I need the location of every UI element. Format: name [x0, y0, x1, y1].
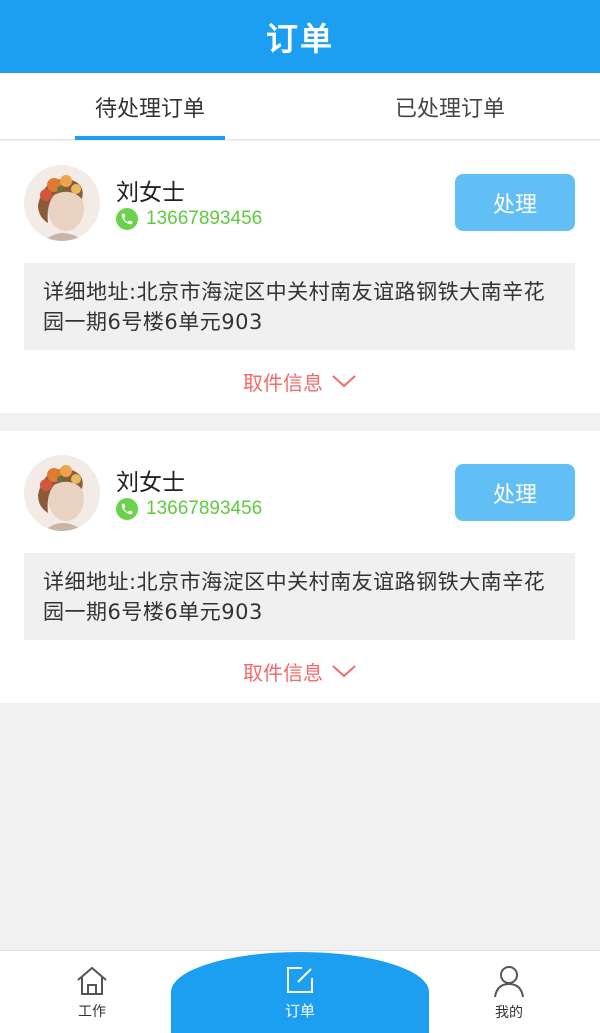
nav-label: 工作	[78, 1003, 106, 1020]
active-tab-indicator	[75, 136, 225, 140]
edit-icon	[287, 967, 313, 993]
pickup-info-label: 取件信息	[243, 660, 323, 685]
customer-name: 刘女士	[116, 470, 185, 496]
phone-icon	[116, 208, 138, 230]
phone-number: 13667893456	[146, 208, 263, 229]
nav-item-work[interactable]: 工作	[32, 951, 152, 1033]
phone-number: 13667893456	[146, 498, 263, 519]
home-icon	[77, 966, 107, 995]
phone-icon	[116, 498, 138, 520]
avatar	[24, 455, 100, 531]
order-card: 刘女士 13667893456 处理 详细地址:北京市海淀区中关村南友谊路钢铁大…	[0, 141, 600, 413]
customer-phone[interactable]: 13667893456	[116, 207, 262, 231]
process-button[interactable]: 处理	[455, 464, 575, 521]
nav-item-orders[interactable]: 订单	[171, 952, 429, 1033]
page-title: 订单	[265, 19, 334, 58]
user-icon	[494, 965, 524, 997]
nav-label: 我的	[495, 1004, 523, 1021]
chevron-down-icon	[332, 665, 356, 678]
customer-name: 刘女士	[116, 180, 185, 206]
customer-phone[interactable]: 13667893456	[116, 497, 262, 521]
pickup-info-toggle[interactable]: 取件信息	[0, 363, 600, 399]
process-button[interactable]: 处理	[455, 174, 575, 231]
chevron-down-icon	[332, 375, 356, 388]
address-text: 详细地址:北京市海淀区中关村南友谊路钢铁大南辛花园一期6号楼6单元903	[24, 263, 575, 350]
nav-label: 订单	[284, 1002, 315, 1020]
pickup-info-label: 取件信息	[243, 370, 323, 395]
pickup-info-toggle[interactable]: 取件信息	[0, 653, 600, 689]
tab-processed-orders[interactable]: 已处理订单	[375, 73, 525, 140]
avatar	[24, 165, 100, 241]
app-header: 订单	[0, 0, 600, 73]
order-tabs: 待处理订单 已处理订单	[0, 73, 600, 140]
nav-item-me[interactable]: 我的	[449, 951, 569, 1033]
tab-pending-orders[interactable]: 待处理订单	[75, 73, 225, 140]
order-card: 刘女士 13667893456 处理 详细地址:北京市海淀区中关村南友谊路钢铁大…	[0, 431, 600, 703]
address-text: 详细地址:北京市海淀区中关村南友谊路钢铁大南辛花园一期6号楼6单元903	[24, 553, 575, 640]
